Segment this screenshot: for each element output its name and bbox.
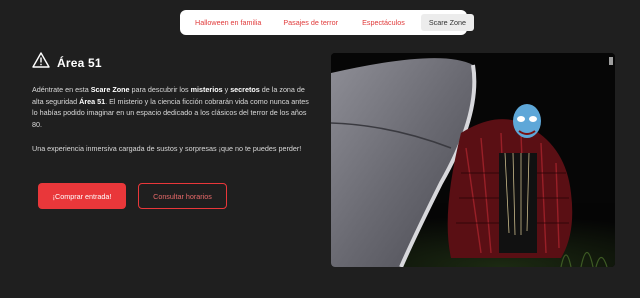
- check-hours-button[interactable]: Consultar horarios: [138, 183, 227, 209]
- tab-espectaculos[interactable]: Espectáculos: [356, 14, 411, 31]
- warning-triangle-icon: [32, 52, 50, 73]
- scare-zone-photo: [331, 53, 615, 267]
- description-paragraph: Adéntrate en esta Scare Zone para descub…: [32, 85, 309, 129]
- tab-bar: Halloween en familia Pasajes de terror E…: [180, 10, 474, 35]
- tagline-paragraph: Una experiencia inmersiva cargada de sus…: [32, 144, 302, 153]
- tab-pasajes-de-terror[interactable]: Pasajes de terror: [277, 14, 344, 31]
- page-title: Área 51: [57, 55, 102, 70]
- section-heading: Área 51: [32, 52, 102, 73]
- tab-scare-zone[interactable]: Scare Zone: [420, 14, 474, 31]
- buy-ticket-button[interactable]: ¡Comprar entrada!: [38, 183, 126, 209]
- tab-halloween-en-familia[interactable]: Halloween en familia: [189, 14, 267, 31]
